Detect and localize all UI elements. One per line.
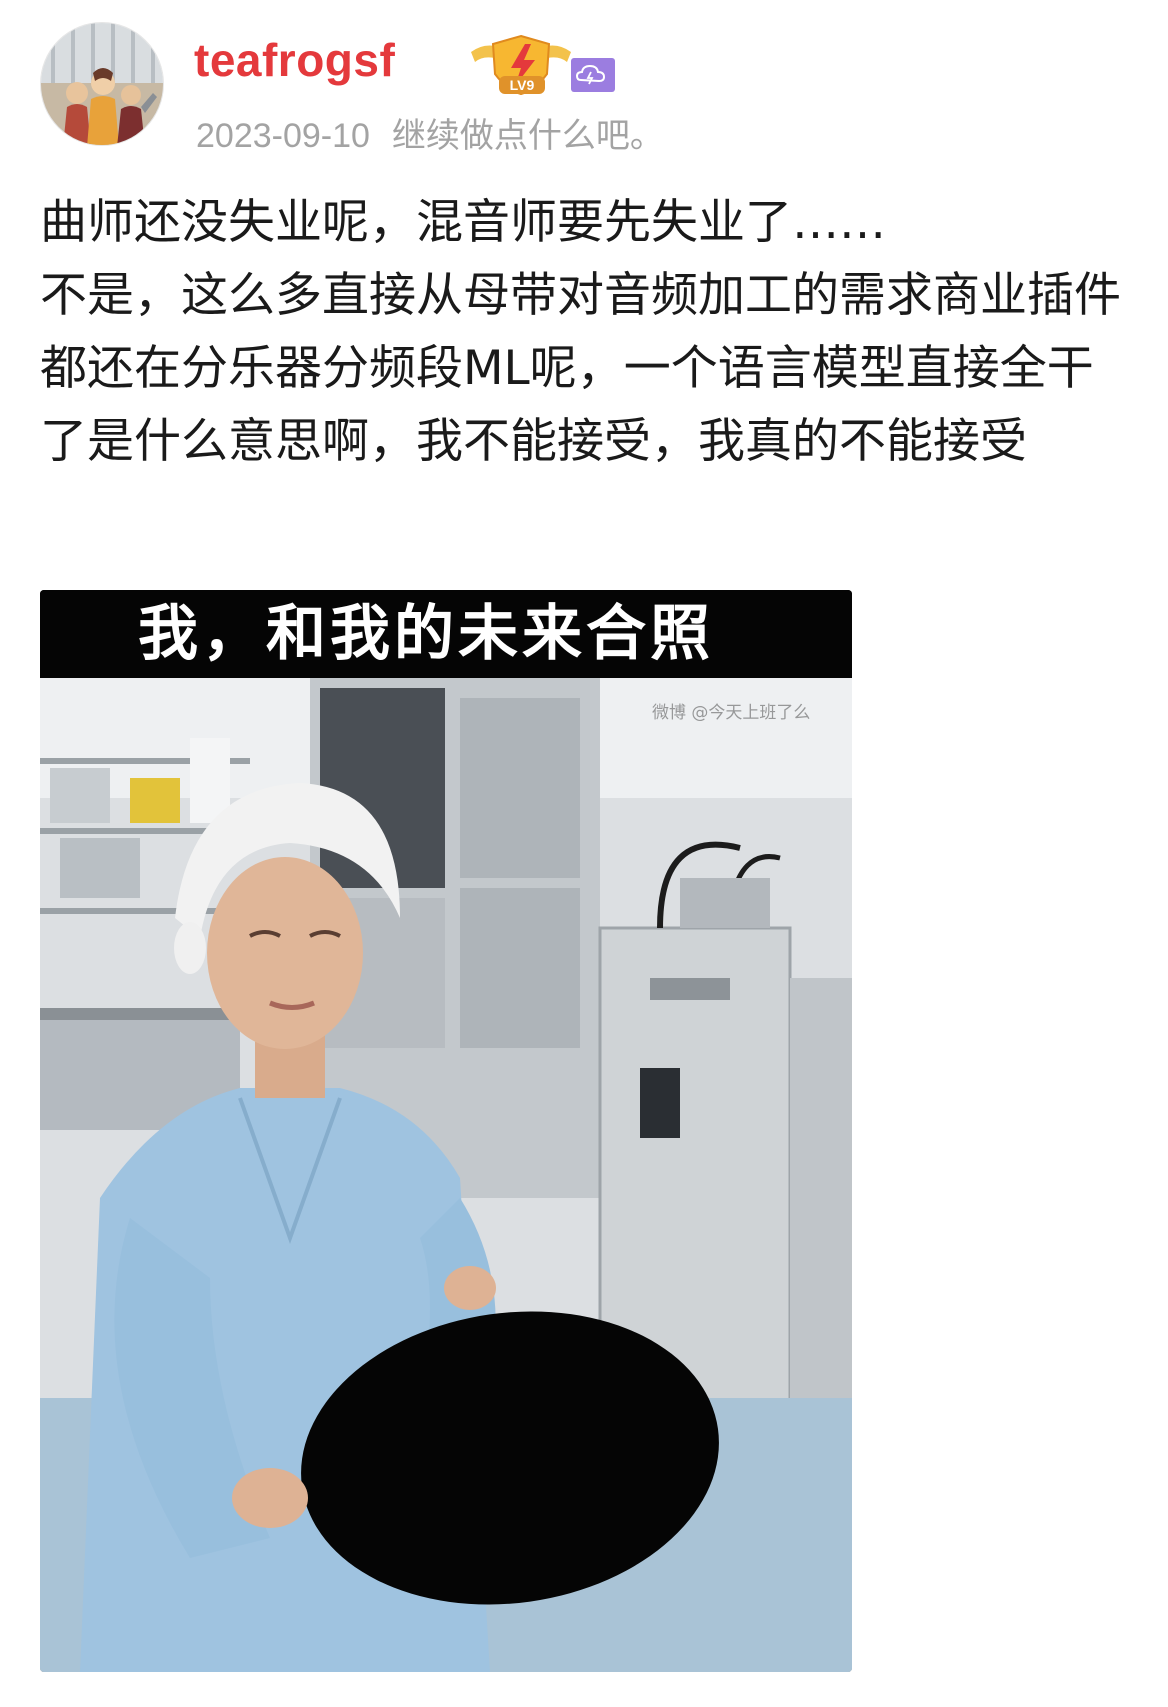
post-image[interactable]: 我，和我的未来合照 微博 @今天上班了么 — [40, 590, 852, 1672]
image-watermark: 微博 @今天上班了么 — [652, 703, 811, 723]
level-badge[interactable]: LV9 — [467, 30, 619, 102]
post-date: 2023-09-10 — [196, 117, 370, 155]
vip-cloud-badge-icon — [571, 58, 615, 92]
post-text-line: 不是，这么多直接从母带对音频加工的需求商业插件都还在分乐器分频段ML呢，一个语言… — [40, 268, 1121, 469]
post-text: 曲师还没失业呢，混音师要先失业了…… 不是，这么多直接从母带对音频加工的需求商业… — [40, 186, 1130, 478]
image-caption: 我，和我的未来合照 — [138, 599, 714, 669]
level-label: LV9 — [510, 77, 535, 93]
image-caption-bar: 我，和我的未来合照 — [40, 590, 852, 678]
post-header: teafrogsf LV9 2023-09-10 继续做点什么吧。 — [40, 22, 1130, 155]
level-lightning-badge-icon: LV9 — [471, 34, 571, 96]
avatar[interactable] — [40, 22, 164, 146]
lab-photo — [40, 678, 852, 1672]
user-signature: 继续做点什么吧。 — [391, 117, 664, 155]
avatar-illustration — [41, 23, 163, 145]
post-text-line: 曲师还没失业呢，混音师要先失业了…… — [40, 195, 886, 250]
username[interactable]: teafrogsf — [194, 34, 395, 86]
post-meta: 2023-09-10 继续做点什么吧。 — [196, 116, 664, 156]
